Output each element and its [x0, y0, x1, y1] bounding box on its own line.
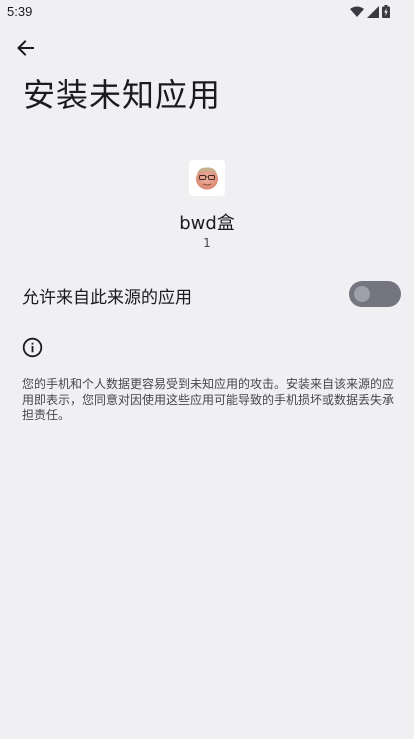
status-icons	[350, 5, 390, 18]
app-face-icon	[196, 167, 218, 190]
page-title: 安装未知应用	[23, 76, 222, 114]
allow-unknown-apps-row[interactable]: 允许来自此来源的应用	[0, 272, 414, 316]
cell-signal-icon	[367, 5, 379, 18]
info-text: 您的手机和个人数据更容易受到未知应用的攻击。安装来自该来源的应用即表示，您同意对…	[22, 377, 395, 422]
arrow-back-icon	[17, 40, 34, 56]
battery-charging-icon	[382, 5, 390, 18]
app-version: 1	[203, 236, 211, 250]
wifi-icon	[350, 6, 364, 17]
info-icon	[22, 337, 43, 358]
allow-unknown-apps-toggle[interactable]	[349, 281, 401, 307]
status-time: 5:39	[7, 4, 33, 19]
status-bar: 5:39	[0, 0, 414, 24]
back-button[interactable]	[10, 33, 40, 63]
app-icon	[189, 160, 225, 196]
setting-label: 允许来自此来源的应用	[22, 288, 192, 308]
toggle-thumb	[354, 286, 370, 302]
app-name: bwd盒	[179, 213, 235, 234]
